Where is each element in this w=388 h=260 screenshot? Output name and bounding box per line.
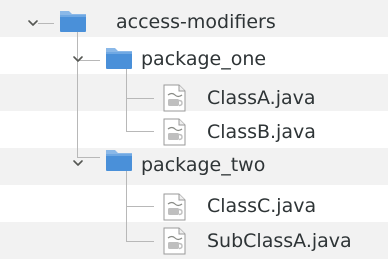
tree-label-classa: ClassA.java: [207, 87, 316, 109]
java-file-icon: [160, 83, 190, 113]
java-file-icon: [160, 117, 190, 147]
tree-row-classb[interactable]: [0, 111, 388, 148]
folder-icon: [104, 145, 134, 175]
tree-row-classc[interactable]: [0, 185, 388, 222]
project-tree: access-modifiers package_one ClassA.java: [0, 0, 388, 259]
tree-label-subclassa: SubClassA.java: [207, 230, 352, 252]
tree-label-classb: ClassB.java: [207, 121, 316, 143]
expander-chevron-down-icon[interactable]: [71, 155, 85, 169]
java-file-icon: [160, 226, 190, 256]
folder-icon: [104, 43, 134, 73]
tree-label-access-modifiers: access-modifiers: [116, 11, 276, 33]
expander-chevron-down-icon[interactable]: [71, 51, 85, 65]
tree-row-classa[interactable]: [0, 74, 388, 111]
tree-label-package-two: package_two: [141, 154, 266, 176]
java-file-icon: [160, 192, 190, 222]
folder-icon: [58, 6, 88, 36]
expander-chevron-down-icon[interactable]: [26, 15, 40, 29]
tree-label-package-one: package_one: [141, 48, 267, 70]
tree-label-classc: ClassC.java: [207, 195, 317, 217]
